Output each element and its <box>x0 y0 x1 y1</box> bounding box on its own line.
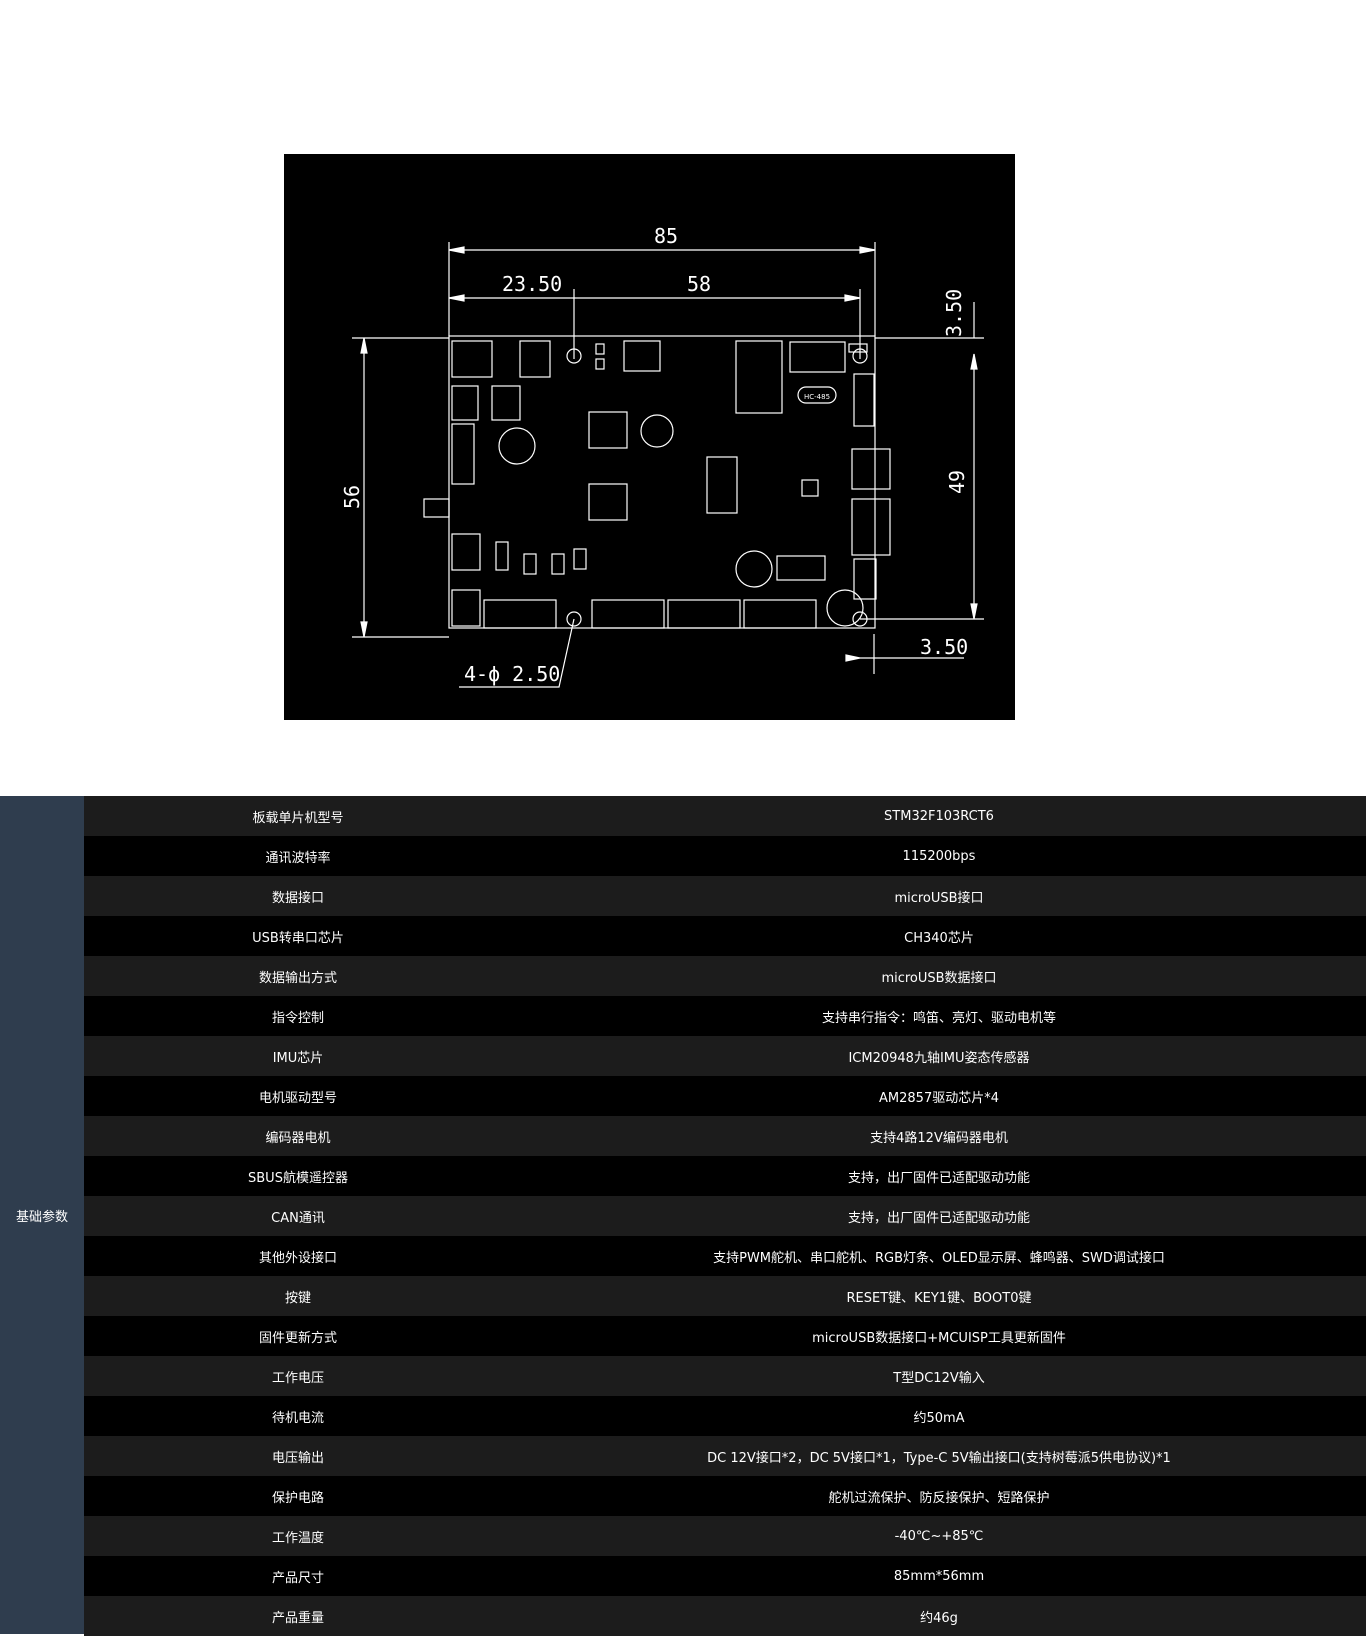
spec-key: 工作温度 <box>271 1530 324 1546</box>
table-row: 电机驱动型号 AM2857驱动芯片*4 <box>84 1076 1366 1116</box>
spec-key: 通讯波特率 <box>265 850 331 866</box>
spec-key: 编码器电机 <box>265 1130 331 1146</box>
table-row: 工作温度 -40℃~+85℃ <box>84 1516 1366 1556</box>
spec-key: 待机电流 <box>271 1410 324 1426</box>
table-row: 通讯波特率 115200bps <box>84 836 1366 876</box>
chip-label: HC-485 <box>804 393 830 401</box>
spec-key: SBUS航模遥控器 <box>248 1170 348 1186</box>
spec-group-label: 基础参数 <box>0 796 84 1634</box>
dim-top-margin: 3.50 <box>942 289 966 337</box>
spec-key: 电机驱动型号 <box>258 1090 337 1106</box>
spec-key: 板载单片机型号 <box>252 810 344 826</box>
spec-key: 数据接口 <box>271 890 324 906</box>
dim-hole-spacing-x: 58 <box>687 272 711 296</box>
table-row: IMU芯片 ICM20948九轴IMU姿态传感器 <box>84 1036 1366 1076</box>
spec-key: IMU芯片 <box>272 1050 324 1066</box>
table-row: 数据接口 microUSB接口 <box>84 876 1366 916</box>
spec-value: -40℃~+85℃ <box>894 1528 984 1544</box>
spec-value: 支持，出厂固件已适配驱动功能 <box>847 1170 1030 1186</box>
table-row: 产品尺寸 85mm*56mm <box>84 1556 1366 1596</box>
dim-hole-spacing-y: 49 <box>945 470 969 494</box>
spec-value: microUSB接口 <box>894 890 984 906</box>
spec-value: microUSB数据接口 <box>881 970 997 986</box>
table-row: 编码器电机 支持4路12V编码器电机 <box>84 1116 1366 1156</box>
pcb-dimension-drawing: 85 23.50 58 3.50 56 49 3.50 4-ϕ 2.50 HC-… <box>284 154 1015 720</box>
spec-key: 电压输出 <box>271 1450 324 1466</box>
table-row: USB转串口芯片 CH340芯片 <box>84 916 1366 956</box>
spec-value: DC 12V接口*2，DC 5V接口*1，Type-C 5V输出接口(支持树莓派… <box>707 1450 1171 1466</box>
table-row: CAN通讯 支持，出厂固件已适配驱动功能 <box>84 1196 1366 1236</box>
spec-value: 支持4路12V编码器电机 <box>870 1130 1008 1146</box>
dim-bottom-margin: 3.50 <box>920 635 968 659</box>
spec-key: 其他外设接口 <box>258 1250 337 1266</box>
spec-key: 数据输出方式 <box>258 970 337 986</box>
spec-value: RESET键、KEY1键、BOOT0键 <box>846 1290 1032 1306</box>
spec-value: 约46g <box>920 1610 958 1626</box>
board-outline <box>448 335 876 629</box>
spec-value: T型DC12V输入 <box>893 1370 985 1386</box>
spec-key: USB转串口芯片 <box>252 930 344 946</box>
spec-value: 约50mA <box>913 1410 965 1426</box>
dim-width-total: 85 <box>654 224 678 248</box>
spec-value: 支持，出厂固件已适配驱动功能 <box>847 1210 1030 1226</box>
spec-rows: 板载单片机型号 STM32F103RCT6 通讯波特率 115200bps 数据接口 mi… <box>84 796 1366 1636</box>
table-row: 电压输出 DC 12V接口*2，DC 5V接口*1，Type-C 5V输出接口(支… <box>84 1436 1366 1476</box>
spec-key: 按键 <box>284 1290 311 1306</box>
table-row: SBUS航模遥控器 支持，出厂固件已适配驱动功能 <box>84 1156 1366 1196</box>
table-row: 指令控制 支持串行指令：鸣笛、亮灯、驱动电机等 <box>84 996 1366 1036</box>
spec-key: CAN通讯 <box>271 1210 325 1226</box>
table-row: 固件更新方式 microUSB数据接口+MCUISP工具更新固件 <box>84 1316 1366 1356</box>
spec-value: ICM20948九轴IMU姿态传感器 <box>848 1050 1030 1066</box>
dim-height-total: 56 <box>340 485 364 509</box>
mounting-holes <box>566 348 868 627</box>
dim-offset-left: 23.50 <box>502 272 562 296</box>
table-row: 工作电压 T型DC12V输入 <box>84 1356 1366 1396</box>
spec-value: 115200bps <box>902 848 976 864</box>
spec-key: 产品重量 <box>271 1610 324 1626</box>
table-row: 其他外设接口 支持PWM舵机、串口舵机、RGB灯条、OLED显示屏、蜂鸣器、SWD… <box>84 1236 1366 1276</box>
spec-key: 固件更新方式 <box>258 1330 337 1346</box>
spec-value: microUSB数据接口+MCUISP工具更新固件 <box>812 1330 1066 1346</box>
spec-value: 舵机过流保护、防反接保护、短路保护 <box>828 1490 1050 1506</box>
table-row: 产品重量 约46g <box>84 1596 1366 1636</box>
spec-value: 支持PWM舵机、串口舵机、RGB灯条、OLED显示屏、蜂鸣器、SWD调试接口 <box>713 1250 1165 1266</box>
spec-value: AM2857驱动芯片*4 <box>879 1090 999 1106</box>
spec-table: 基础参数 板载单片机型号 STM32F103RCT6 通讯波特率 115200bps 数… <box>0 796 1366 1636</box>
table-row: 待机电流 约50mA <box>84 1396 1366 1436</box>
table-row: 数据输出方式 microUSB数据接口 <box>84 956 1366 996</box>
spec-key: 保护电路 <box>271 1490 324 1506</box>
spec-value: STM32F103RCT6 <box>884 808 994 824</box>
spec-key: 指令控制 <box>271 1010 324 1026</box>
hole-callout: 4-ϕ 2.50 <box>464 662 560 686</box>
table-row: 按键 RESET键、KEY1键、BOOT0键 <box>84 1276 1366 1316</box>
spec-value: CH340芯片 <box>904 930 974 946</box>
board-components <box>423 340 891 629</box>
table-row: 保护电路 舵机过流保护、防反接保护、短路保护 <box>84 1476 1366 1516</box>
spec-key: 工作电压 <box>271 1370 324 1386</box>
spec-value: 85mm*56mm <box>893 1568 985 1584</box>
table-row: 板载单片机型号 STM32F103RCT6 <box>84 796 1366 836</box>
spec-key: 产品尺寸 <box>271 1570 324 1586</box>
spec-value: 支持串行指令：鸣笛、亮灯、驱动电机等 <box>821 1010 1056 1026</box>
